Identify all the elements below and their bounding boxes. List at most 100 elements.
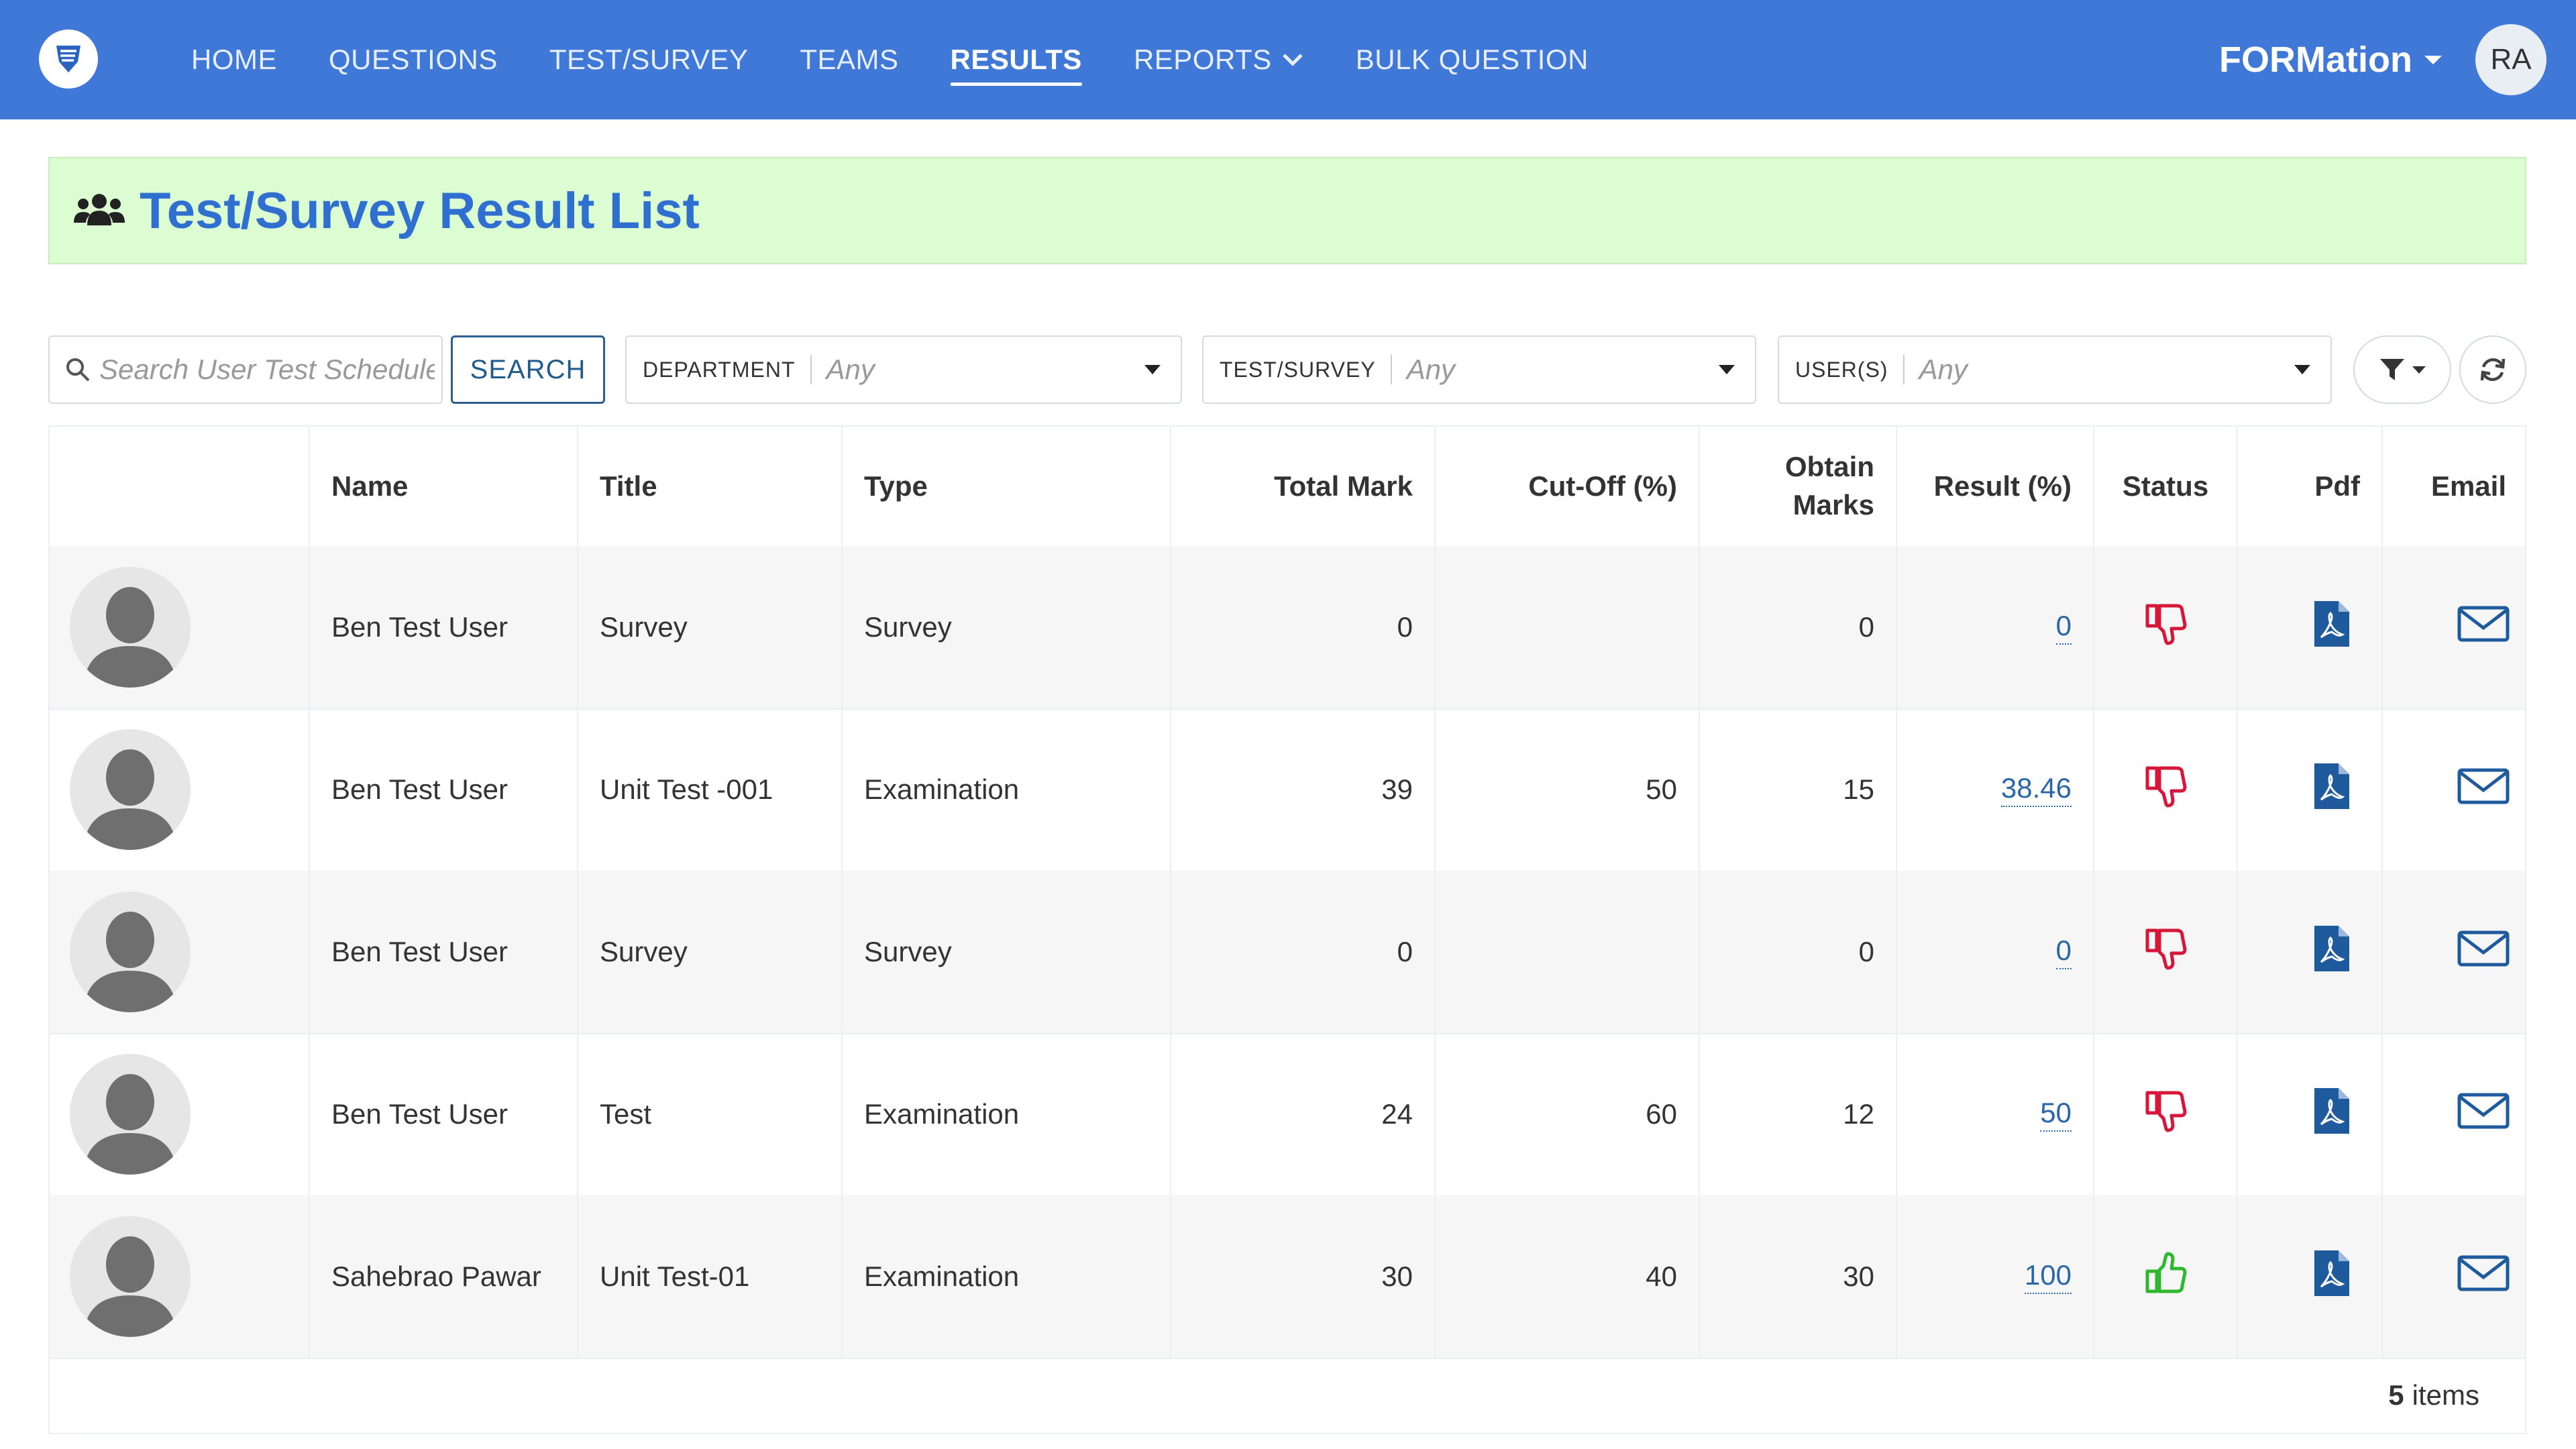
- test-type: Examination: [864, 773, 1020, 805]
- col-pdf[interactable]: Pdf: [2237, 427, 2381, 546]
- test-survey-label: TEST/SURVEY: [1220, 357, 1376, 382]
- avatar: [70, 1054, 191, 1175]
- page-header: Test/Survey Result List: [48, 157, 2526, 264]
- divider: [1902, 355, 1904, 384]
- col-type[interactable]: Type: [841, 427, 1170, 546]
- pdf-icon[interactable]: [2312, 923, 2352, 981]
- test-title: Unit Test-01: [600, 1260, 750, 1292]
- col-cutoff[interactable]: Cut-Off (%): [1434, 427, 1699, 546]
- avatar-cell: [50, 546, 309, 708]
- pdf-icon[interactable]: [2312, 1085, 2352, 1143]
- col-result[interactable]: Result (%): [1896, 427, 2093, 546]
- table-row[interactable]: Sahebrao Pawar Unit Test-01 Examination 30 4…: [50, 1195, 2525, 1359]
- result-link[interactable]: 50: [2040, 1097, 2072, 1132]
- email-icon[interactable]: [2457, 766, 2510, 813]
- result-link[interactable]: 38.46: [2000, 772, 2072, 807]
- col-title[interactable]: Title: [577, 427, 841, 546]
- org-switcher[interactable]: FORMation: [2219, 0, 2442, 119]
- top-navbar: HOME QUESTIONS TEST/SURVEY TEAMS RESULTS…: [0, 0, 2576, 119]
- pdf-icon[interactable]: [2312, 598, 2352, 656]
- result-link[interactable]: 0: [2055, 610, 2072, 645]
- email-icon[interactable]: [2457, 928, 2510, 975]
- nav-reports[interactable]: REPORTS: [1134, 0, 1304, 119]
- nav-home-label: HOME: [191, 44, 277, 75]
- divider: [810, 355, 812, 384]
- email-icon[interactable]: [2457, 1091, 2510, 1138]
- result-link[interactable]: 100: [2024, 1259, 2072, 1294]
- result-cell: 0: [1896, 871, 2093, 1033]
- nav-questions[interactable]: QUESTIONS: [329, 0, 498, 119]
- table-row[interactable]: Ben Test User Unit Test -001 Examination 39…: [50, 708, 2525, 872]
- test-title: Test: [600, 1098, 652, 1130]
- col-total-mark-label: Total Mark: [1274, 470, 1413, 502]
- search-field[interactable]: [48, 335, 443, 404]
- title-cell: Unit Test -001: [577, 708, 841, 871]
- avatar-cell: [50, 871, 309, 1033]
- obtain-marks-cell: 0: [1699, 871, 1896, 1033]
- users-value: Any: [1919, 354, 1968, 385]
- search-button[interactable]: SEARCH: [451, 335, 605, 404]
- caret-down-icon: [2412, 366, 2426, 374]
- pdf-icon[interactable]: [2312, 761, 2352, 818]
- col-status[interactable]: Status: [2093, 427, 2237, 546]
- title-cell: Survey: [577, 546, 841, 708]
- test-type: Survey: [864, 936, 952, 967]
- status-cell: [2093, 871, 2237, 1033]
- total-mark-cell: 0: [1170, 871, 1434, 1033]
- test-title: Unit Test -001: [600, 773, 773, 805]
- nav-test-survey-label: TEST/SURVEY: [549, 44, 749, 75]
- col-name-label: Name: [331, 470, 409, 502]
- test-survey-value: Any: [1406, 354, 1456, 385]
- col-obtain-marks-label: Obtain Marks: [1785, 451, 1874, 521]
- col-email[interactable]: Email: [2381, 427, 2528, 546]
- caret-down-icon: [1144, 365, 1161, 374]
- org-name: FORMation: [2219, 40, 2412, 80]
- caret-down-icon: [1719, 365, 1735, 374]
- result-link[interactable]: 0: [2055, 934, 2072, 969]
- thumbs-down-icon: [2141, 761, 2190, 818]
- total-mark-cell: 24: [1170, 1033, 1434, 1195]
- test-survey-dropdown[interactable]: TEST/SURVEY Any: [1202, 335, 1756, 404]
- department-dropdown[interactable]: DEPARTMENT Any: [625, 335, 1182, 404]
- title-cell: Unit Test-01: [577, 1195, 841, 1358]
- search-input[interactable]: [98, 353, 436, 386]
- table-row[interactable]: Ben Test User Survey Survey 0 0 0: [50, 546, 2525, 710]
- item-count-label: items: [2412, 1379, 2479, 1411]
- logo-icon: [56, 46, 80, 72]
- thumbs-down-icon: [2141, 1086, 2190, 1142]
- type-cell: Examination: [841, 1195, 1170, 1358]
- nav-results[interactable]: RESULTS: [950, 0, 1083, 119]
- email-cell: [2381, 546, 2528, 708]
- col-pdf-label: Pdf: [2314, 470, 2360, 502]
- cutoff-cell: [1434, 546, 1699, 708]
- col-obtain-marks[interactable]: Obtain Marks: [1699, 427, 1896, 546]
- nav-bulk-question-label: BULK QUESTION: [1355, 44, 1589, 75]
- col-result-label: Result (%): [1933, 470, 2072, 502]
- main-nav: HOME QUESTIONS TEST/SURVEY TEAMS RESULTS…: [191, 0, 1640, 119]
- status-cell: [2093, 708, 2237, 871]
- email-cell: [2381, 871, 2528, 1033]
- total-mark: 39: [1381, 773, 1413, 805]
- email-icon[interactable]: [2457, 1253, 2510, 1300]
- chevron-down-icon: [1282, 54, 1303, 66]
- table-header: Name Title Type Total Mark Cut-Off (%) O…: [50, 427, 2525, 547]
- user-avatar-menu[interactable]: RA: [2475, 24, 2546, 95]
- nav-bulk-question[interactable]: BULK QUESTION: [1356, 0, 1589, 119]
- filter-button[interactable]: [2353, 335, 2451, 404]
- refresh-button[interactable]: [2459, 335, 2526, 404]
- email-icon[interactable]: [2457, 604, 2510, 651]
- table-row[interactable]: Ben Test User Survey Survey 0 0 0: [50, 871, 2525, 1034]
- name-cell: Ben Test User: [309, 1033, 577, 1195]
- app-logo[interactable]: [39, 30, 98, 89]
- nav-home[interactable]: HOME: [191, 0, 277, 119]
- user-name: Ben Test User: [331, 773, 508, 805]
- pdf-icon[interactable]: [2312, 1248, 2352, 1305]
- col-total-mark[interactable]: Total Mark: [1170, 427, 1434, 546]
- nav-teams[interactable]: TEAMS: [800, 0, 898, 119]
- col-title-label: Title: [600, 470, 657, 502]
- nav-test-survey[interactable]: TEST/SURVEY: [549, 0, 748, 119]
- col-name[interactable]: Name: [309, 427, 577, 546]
- table-row[interactable]: Ben Test User Test Examination 24 60 12 50: [50, 1033, 2525, 1197]
- users-dropdown[interactable]: USER(S) Any: [1778, 335, 2332, 404]
- user-name: Ben Test User: [331, 611, 508, 643]
